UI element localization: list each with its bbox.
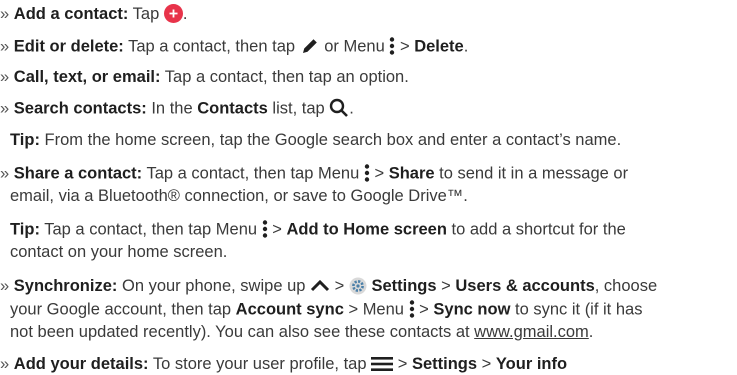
item-bold: Users & accounts [455,277,595,295]
item-text: . [182,5,188,23]
tip-text: contact on your home screen. [10,243,228,261]
bullet: » [0,68,10,86]
item-text: not been updated recently). You can also… [10,323,470,341]
item-synchronize: » Synchronize: On your phone, swipe up >… [0,276,657,297]
tip-label: Tip: [10,131,40,149]
item-synchronize-line2: your Google account, then tap Account sy… [10,299,642,321]
tip-text: From the home screen, tap the Google sea… [44,131,622,149]
item-text: > [419,300,429,319]
tip-text: > [272,220,282,239]
bullet: » [0,99,10,118]
item-text: or Menu [324,37,385,56]
item-bold: Sync now [433,300,511,319]
settings-gear-icon [349,277,367,297]
item-share-contact-line2: email, via a Bluetooth® connection, or s… [10,186,468,206]
item-text: . [463,37,469,56]
tip-home-search: Tip: From the home screen, tap the Googl… [10,130,621,150]
item-text: , choose [594,277,658,295]
item-share-contact: » Share a contact: Tap a contact, then t… [0,163,628,185]
pencil-icon [300,36,320,58]
item-call-text-email: » Call, text, or email: Tap a contact, t… [0,67,409,87]
item-text: Tap a contact, then tap Menu [146,164,360,183]
item-text: On your phone, swipe up [121,277,306,295]
item-label: Synchronize: [13,277,118,295]
item-search-contacts: » Search contacts: In the Contacts list,… [0,98,354,120]
item-label: Edit or delete: [13,37,124,56]
item-text: To store your user profile, tap [152,355,367,373]
tip-label: Tip: [10,220,40,239]
menu-dots-icon [262,219,268,241]
item-bold: Delete [414,37,464,56]
chevron-up-icon [310,277,330,297]
item-text: to sync it (if it has [515,300,643,319]
item-text: > [481,355,492,373]
item-text: > Menu [348,300,404,319]
item-add-details: » Add your details: To store your user p… [0,354,567,375]
item-bold: Contacts [197,99,268,118]
item-text: > [399,37,410,56]
item-bold: Your info [495,355,568,373]
search-icon [329,98,349,120]
bullet: » [0,37,10,56]
item-text: to send it in a message or [439,164,629,183]
item-text: email, via a Bluetooth® connection, or s… [10,187,468,205]
item-add-contact: » Add a contact: Tap . [0,4,187,25]
tip-add-home-line2: contact on your home screen. [10,242,227,262]
item-label: Add a contact: [13,5,129,23]
tip-text: Tap a contact, then tap Menu [44,220,258,239]
item-text: . [588,323,594,341]
item-text: > [441,277,451,295]
tip-add-home: Tip: Tap a contact, then tap Menu > Add … [10,219,626,241]
item-text: list, tap [272,99,325,118]
item-bold: Settings [411,355,478,373]
item-edit-delete: » Edit or delete: Tap a contact, then ta… [0,36,468,58]
menu-dots-icon [409,299,415,321]
bullet: » [0,164,10,183]
item-text: Tap [132,5,160,23]
item-label: Share a contact: [13,164,143,183]
item-label: Add your details: [13,355,149,373]
gmail-link[interactable]: www.gmail.com [474,323,589,341]
item-label: Search contacts: [13,99,147,118]
item-text: Tap a contact, then tap an option. [164,68,409,86]
tip-text: to add a shortcut for the [451,220,626,239]
item-bold: Settings [371,277,437,295]
item-bold: Share [388,164,435,183]
item-label: Call, text, or email: [13,68,161,86]
item-text: Tap a contact, then tap [128,37,296,56]
item-text: > [334,277,345,295]
bullet: » [0,5,10,23]
tip-bold: Add to Home screen [286,220,447,239]
hamburger-menu-icon [371,355,394,375]
menu-dots-icon [389,36,395,58]
bullet: » [0,277,10,295]
item-text: . [349,99,354,118]
item-text: your Google account, then tap [10,300,232,319]
item-text: In the [151,99,193,118]
item-synchronize-line3: not been updated recently). You can also… [10,322,593,342]
item-bold: Account sync [235,300,344,319]
add-contact-icon [163,4,183,25]
item-text: > [397,355,408,373]
bullet: » [0,355,10,373]
menu-dots-icon [364,163,370,185]
item-text: > [374,164,385,183]
